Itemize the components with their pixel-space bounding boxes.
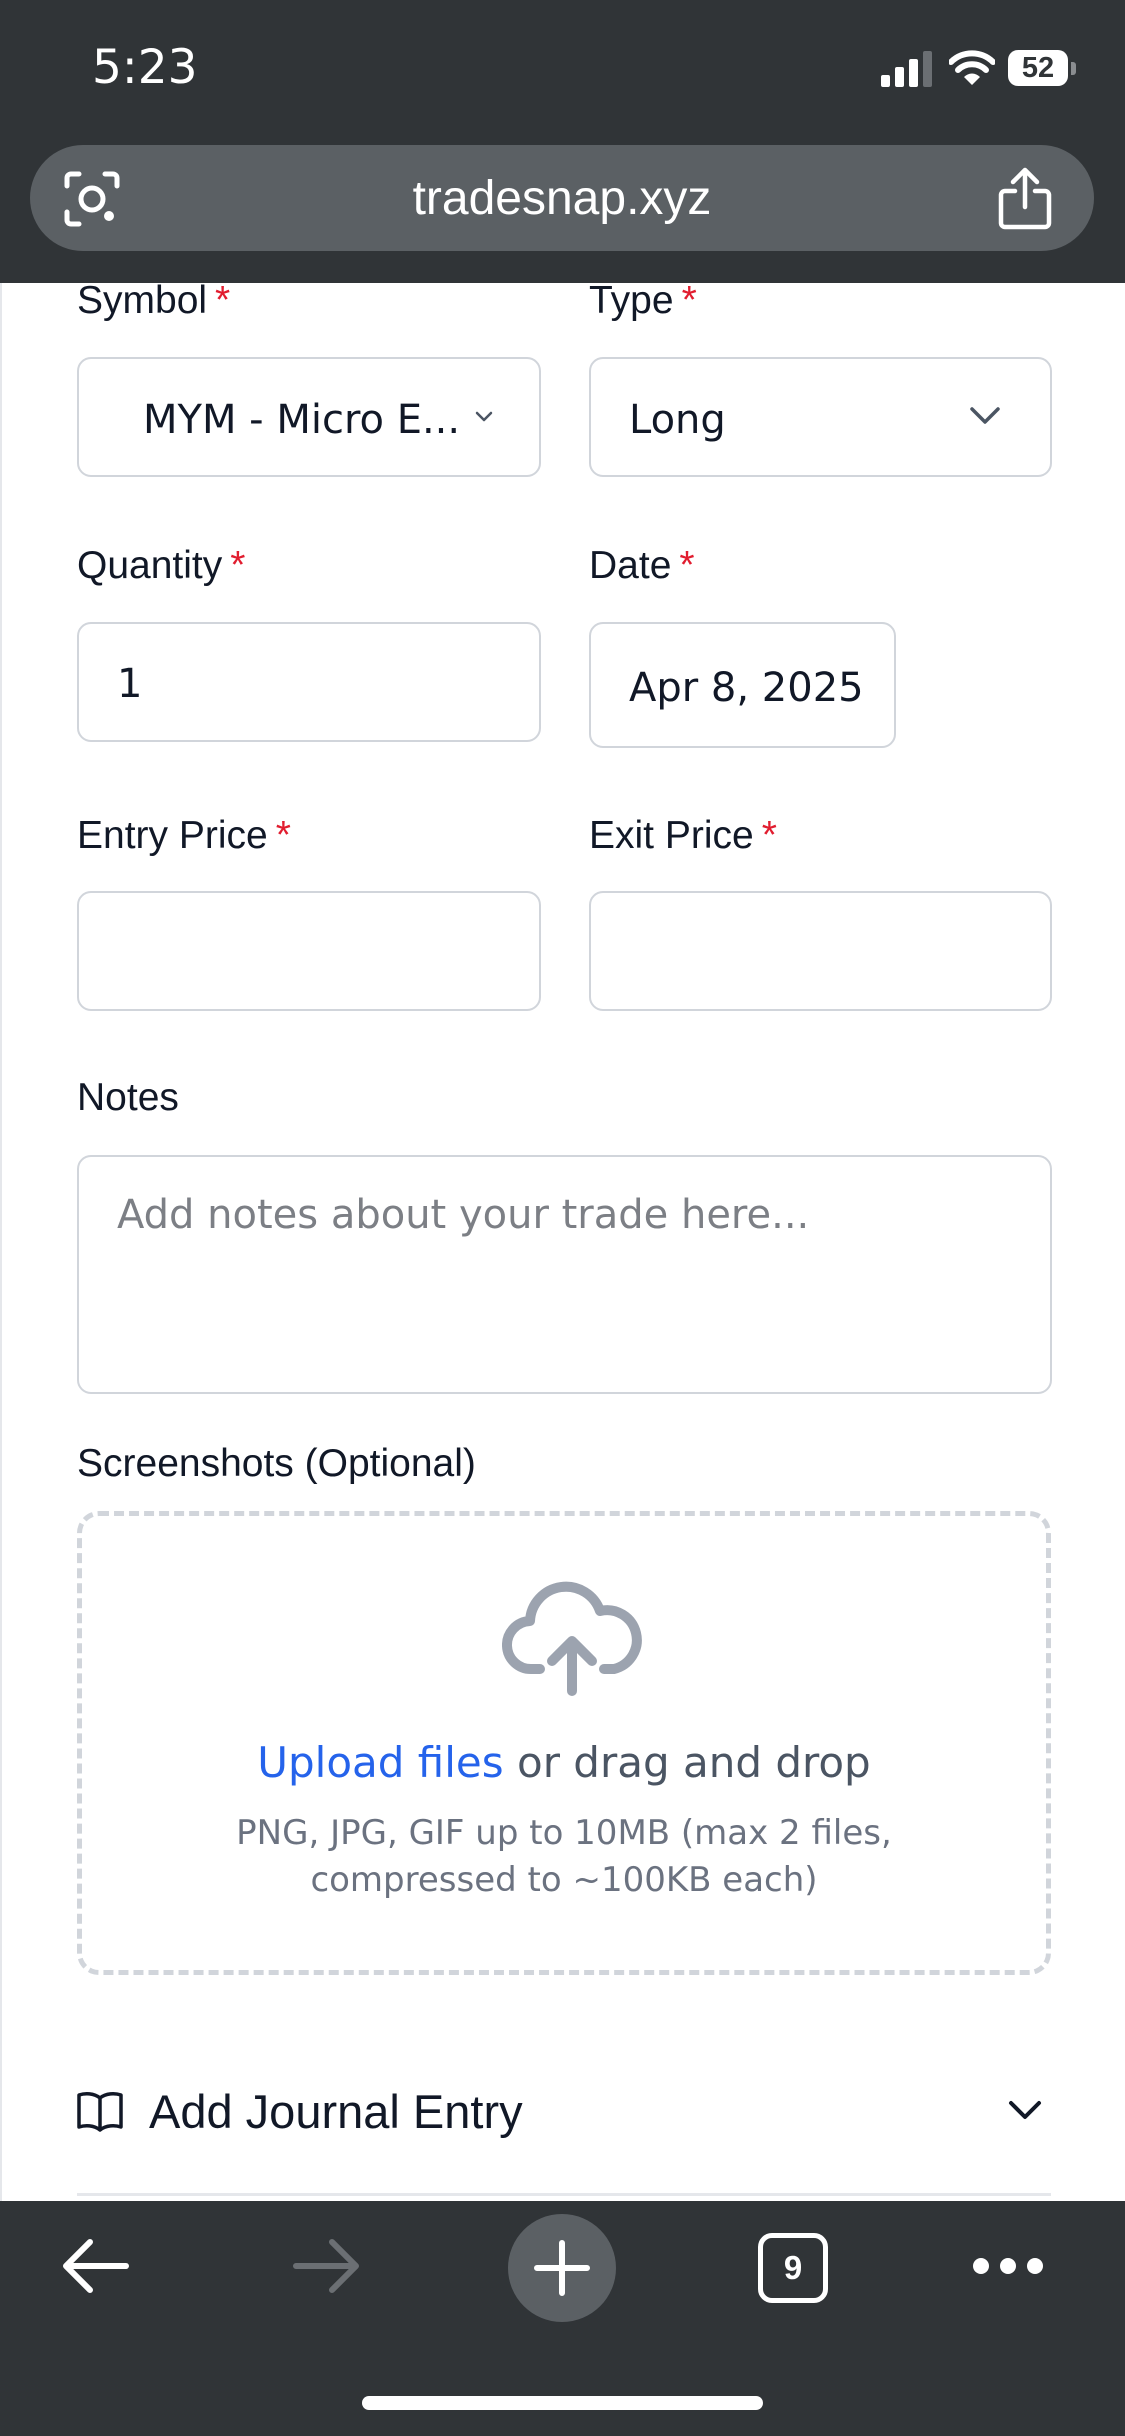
new-tab-button[interactable] bbox=[508, 2214, 616, 2322]
date-input[interactable]: Apr 8, 2025 bbox=[589, 622, 896, 748]
status-time: 5:23 bbox=[92, 40, 198, 95]
url-text[interactable]: tradesnap.xyz bbox=[30, 171, 1094, 226]
journal-label: Add Journal Entry bbox=[149, 2085, 523, 2138]
forward-arrow-icon[interactable] bbox=[292, 2237, 362, 2295]
notes-placeholder: Add notes about your trade here... bbox=[117, 1192, 810, 1238]
quantity-label: Quantity * bbox=[77, 544, 246, 587]
cellular-signal-icon bbox=[881, 51, 932, 87]
symbol-select[interactable]: MYM - Micro E... bbox=[77, 357, 541, 477]
wifi-icon bbox=[949, 50, 995, 85]
cloud-upload-icon bbox=[502, 1581, 642, 1696]
symbol-value: MYM - Micro E... bbox=[143, 397, 461, 443]
chevron-down-icon bbox=[1009, 2101, 1041, 2119]
book-open-icon bbox=[77, 2092, 123, 2132]
page-content: Symbol * MYM - Micro E... Type * Long Quan… bbox=[0, 283, 1125, 2201]
type-label: Type * bbox=[589, 283, 697, 322]
tab-switcher-button[interactable]: 9 bbox=[758, 2233, 828, 2303]
share-icon[interactable] bbox=[995, 167, 1055, 231]
battery-indicator: 52 bbox=[1008, 50, 1076, 88]
exit-price-input[interactable] bbox=[589, 891, 1052, 1011]
screenshots-label: Screenshots (Optional) bbox=[77, 1442, 476, 1485]
home-indicator[interactable] bbox=[362, 2396, 763, 2410]
back-arrow-icon[interactable] bbox=[60, 2237, 130, 2295]
notes-label: Notes bbox=[77, 1076, 179, 1119]
exit-price-label: Exit Price * bbox=[589, 814, 777, 857]
upload-files-link[interactable]: Upload files bbox=[257, 1738, 503, 1787]
date-value: Apr 8, 2025 bbox=[629, 665, 864, 711]
quantity-value: 1 bbox=[117, 661, 143, 707]
type-select[interactable]: Long bbox=[589, 357, 1052, 477]
add-journal-entry-toggle[interactable]: Add Journal Entry bbox=[77, 2076, 1051, 2152]
file-dropzone[interactable]: Upload files or drag and drop PNG, JPG, … bbox=[77, 1511, 1051, 1975]
notes-textarea[interactable]: Add notes about your trade here... bbox=[77, 1155, 1052, 1394]
battery-level: 52 bbox=[1021, 52, 1055, 84]
type-value: Long bbox=[629, 397, 726, 443]
date-label: Date * bbox=[589, 544, 695, 587]
chevron-down-icon bbox=[970, 407, 1000, 424]
entry-price-input[interactable] bbox=[77, 891, 541, 1011]
chevron-down-icon bbox=[475, 411, 493, 422]
upload-hint: PNG, JPG, GIF up to 10MB (max 2 files, c… bbox=[236, 1813, 892, 1900]
browser-top-bar: 5:23 52 tradesnap.xyz bbox=[0, 0, 1125, 283]
entry-price-label: Entry Price * bbox=[77, 814, 291, 857]
quantity-input[interactable]: 1 bbox=[77, 622, 541, 742]
more-options-icon[interactable] bbox=[972, 2257, 1044, 2275]
symbol-label: Symbol * bbox=[77, 283, 231, 322]
divider bbox=[77, 2193, 1051, 2196]
address-bar[interactable]: tradesnap.xyz bbox=[30, 145, 1094, 251]
upload-instructions: Upload files or drag and drop bbox=[257, 1738, 871, 1787]
plus-icon bbox=[534, 2240, 590, 2296]
